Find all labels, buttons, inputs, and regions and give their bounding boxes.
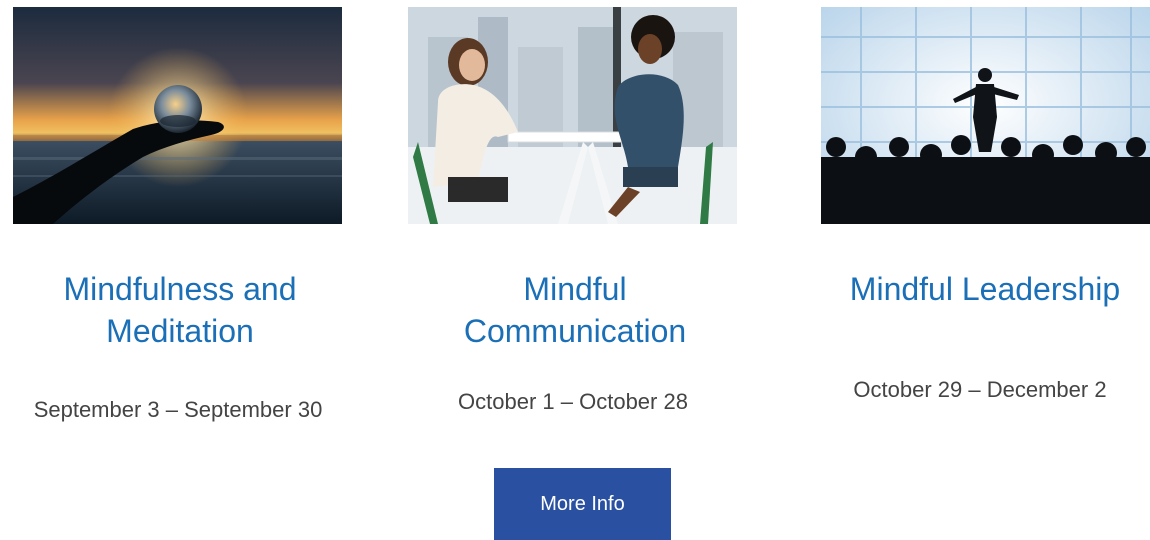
- course-dates-leadership: October 29 – December 2: [853, 377, 1107, 402]
- course-image-meditation[interactable]: [13, 7, 342, 224]
- course-dates-meditation: September 3 – September 30: [33, 397, 323, 422]
- course-title-leadership[interactable]: Mindful Leadership: [820, 268, 1150, 310]
- course-image-communication[interactable]: [408, 7, 737, 224]
- sunset-sphere-illustration: [13, 7, 342, 224]
- course-title-communication[interactable]: Mindful Communication: [435, 268, 715, 352]
- course-dates-communication: October 1 – October 28: [458, 389, 688, 414]
- conversation-illustration: [408, 7, 737, 224]
- course-title-meditation[interactable]: Mindfulness and Meditation: [20, 268, 340, 352]
- more-info-button[interactable]: More Info: [494, 468, 671, 540]
- course-image-leadership[interactable]: [821, 7, 1150, 224]
- speaker-audience-illustration: [821, 7, 1150, 224]
